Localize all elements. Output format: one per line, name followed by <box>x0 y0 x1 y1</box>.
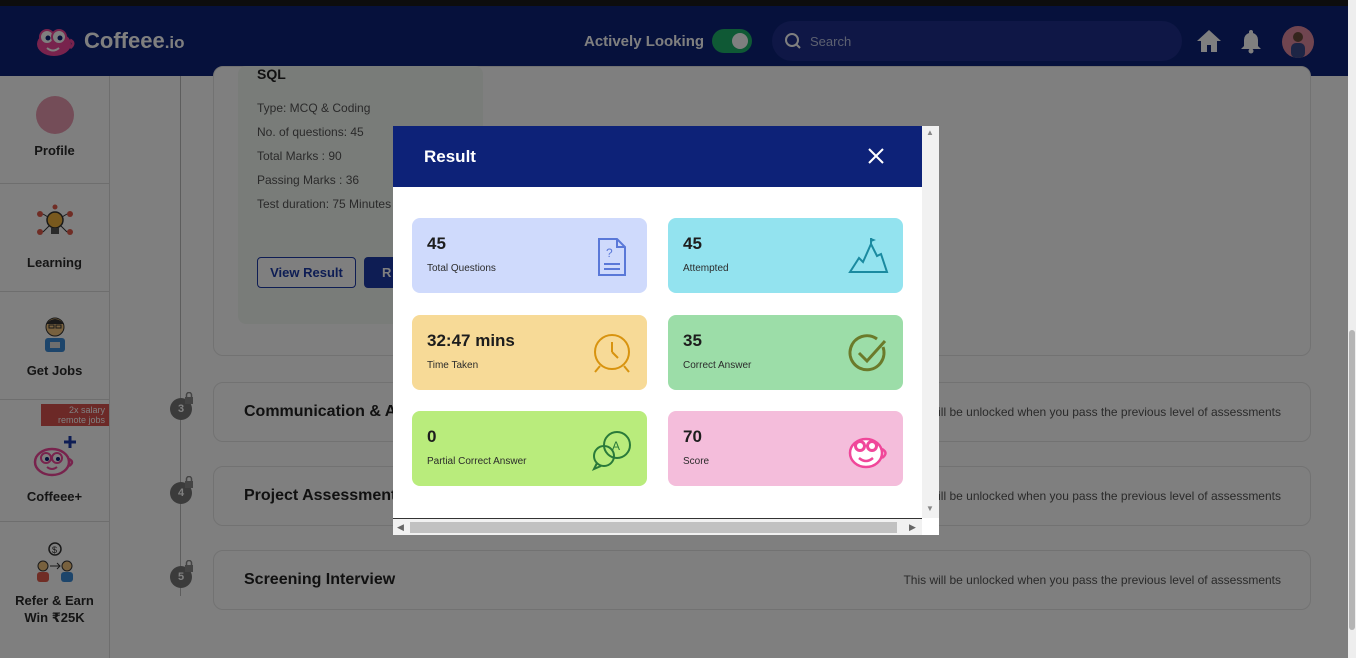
modal-vertical-scrollbar[interactable]: ▲ ▼ <box>922 126 939 518</box>
modal-horizontal-scrollbar[interactable]: ◀ ▶ <box>393 518 922 535</box>
stat-partial-correct: 0 Partial Correct Answer A <box>412 411 647 486</box>
stat-value: 45 <box>427 234 446 253</box>
stat-total-questions: 45 Total Questions ? <box>412 218 647 293</box>
stat-value: 35 <box>683 331 702 350</box>
stat-caption: Attempted <box>683 263 729 274</box>
stat-score: 70 Score <box>668 411 903 486</box>
stat-caption: Score <box>683 456 710 467</box>
coffee-face-icon <box>848 437 887 469</box>
check-circle-icon <box>848 334 887 372</box>
stat-caption: Partial Correct Answer <box>427 456 527 467</box>
stat-time-taken: 32:47 mins Time Taken <box>412 315 647 390</box>
scroll-right-icon[interactable]: ▶ <box>909 522 916 533</box>
mountain-icon <box>848 238 889 273</box>
document-question-icon: ? <box>598 238 626 276</box>
scroll-up-icon[interactable]: ▲ <box>926 128 934 137</box>
stat-value: 45 <box>683 234 702 253</box>
stat-correct-answer: 35 Correct Answer <box>668 315 903 390</box>
horizontal-scrollbar-thumb[interactable] <box>410 522 897 533</box>
svg-text:?: ? <box>606 246 613 260</box>
modal-title: Result <box>424 147 476 166</box>
stat-value: 32:47 mins <box>427 331 515 350</box>
page-scrollbar[interactable] <box>1348 0 1356 658</box>
modal-header: Result <box>393 126 922 187</box>
stat-value: 70 <box>683 427 702 446</box>
clock-icon <box>594 334 630 373</box>
stat-attempted: 45 Attempted <box>668 218 903 293</box>
stat-value: 0 <box>427 427 437 446</box>
stat-caption: Time Taken <box>427 360 479 371</box>
page-scrollbar-thumb[interactable] <box>1349 330 1355 630</box>
stat-caption: Correct Answer <box>683 360 752 371</box>
stat-caption: Total Questions <box>427 263 496 274</box>
scroll-down-icon[interactable]: ▼ <box>926 504 934 513</box>
close-icon[interactable] <box>867 147 885 165</box>
scroll-left-icon[interactable]: ◀ <box>397 522 404 533</box>
result-modal: Result 45 Total Questions ? 45 Attempted… <box>393 126 939 535</box>
chat-answer-icon: A <box>591 431 631 471</box>
